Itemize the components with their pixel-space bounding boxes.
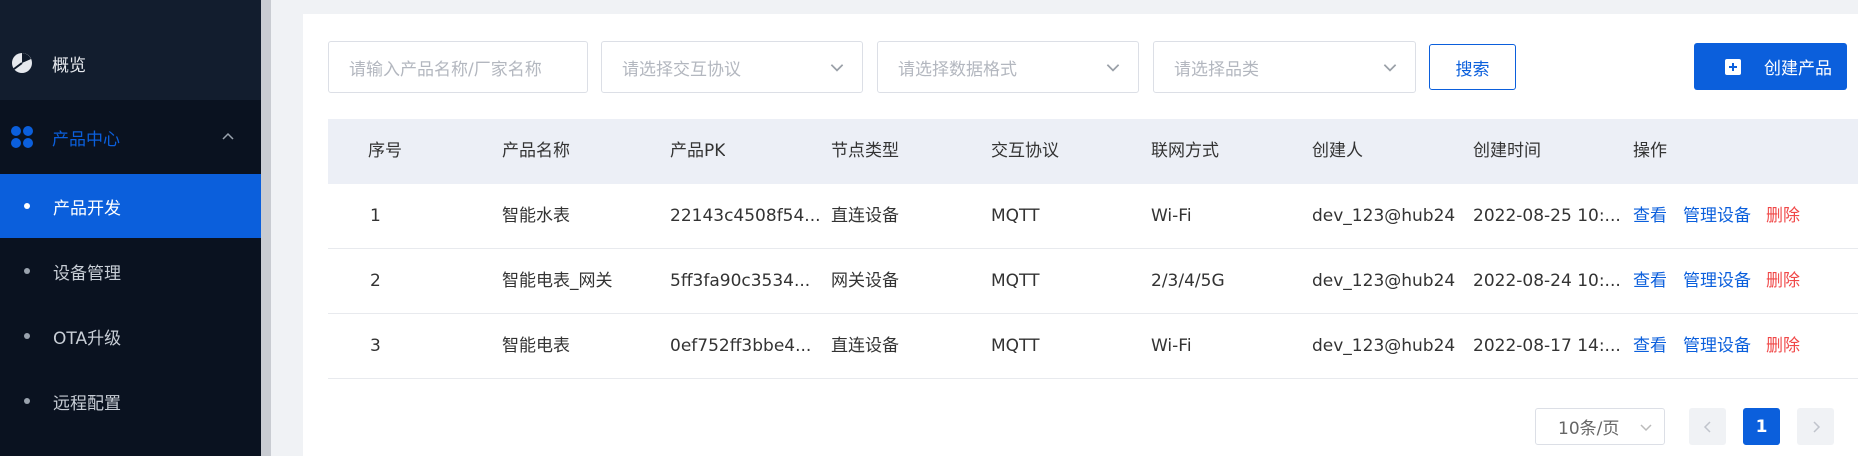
view-link[interactable]: 查看 — [1633, 249, 1667, 314]
chevron-down-icon — [1640, 424, 1652, 432]
col-header: 创建人 — [1312, 141, 1363, 161]
cell-index: 3 — [370, 336, 381, 356]
chevron-up-icon — [222, 132, 234, 140]
sidebar-item-device-manage[interactable]: 设备管理 — [0, 239, 261, 303]
grid-icon — [11, 126, 33, 148]
sidebar-scrollbar[interactable] — [261, 0, 271, 456]
next-page-button[interactable] — [1797, 408, 1834, 445]
cell-node-type: 直连设备 — [831, 336, 899, 356]
cell-node-type: 直连设备 — [831, 206, 899, 226]
table-header: 序号 产品名称 产品PK 节点类型 交互协议 联网方式 创建人 创建时间 操作 — [328, 119, 1858, 184]
col-header: 交互协议 — [991, 141, 1059, 161]
cell-name: 智能电表_网关 — [502, 271, 613, 291]
chevron-down-icon — [1383, 64, 1397, 72]
cell-pk: 0ef752ff3bbe4... — [670, 336, 812, 356]
page-size-select[interactable]: 10条/页 — [1535, 408, 1665, 445]
delete-link[interactable]: 删除 — [1766, 314, 1800, 379]
cell-pk: 5ff3fa90c3534... — [670, 271, 811, 291]
cell-creator: dev_123@hub24 — [1312, 336, 1456, 356]
protocol-select[interactable]: 请选择交互协议 — [601, 41, 863, 93]
chevron-down-icon — [830, 64, 844, 72]
bullet-icon — [24, 398, 30, 404]
create-product-button[interactable]: 创建产品 — [1694, 43, 1847, 90]
sidebar-item-label: OTA升级 — [53, 328, 122, 349]
col-header: 序号 — [368, 141, 402, 161]
chevron-left-icon — [1703, 420, 1711, 433]
col-header: 产品PK — [670, 141, 726, 161]
sidebar-item-label: 产品中心 — [52, 129, 120, 150]
sidebar-item-remote-config[interactable]: 远程配置 — [0, 369, 261, 433]
bullet-icon — [24, 333, 30, 339]
cell-name: 智能水表 — [502, 206, 570, 226]
cell-network: 2/3/4/5G — [1151, 271, 1225, 291]
sidebar-item-label: 产品开发 — [53, 198, 121, 219]
cell-index: 2 — [370, 271, 381, 291]
cell-node-type: 网关设备 — [831, 271, 899, 291]
cell-created-time: 2022-08-24 10:... — [1473, 271, 1621, 291]
manage-devices-link[interactable]: 管理设备 — [1683, 314, 1751, 379]
cell-protocol: MQTT — [991, 206, 1040, 226]
sidebar-item-label: 远程配置 — [53, 393, 121, 414]
page-button-current[interactable]: 1 — [1743, 408, 1780, 445]
prev-page-button[interactable] — [1689, 408, 1726, 445]
format-select-placeholder: 请选择数据格式 — [898, 59, 1017, 80]
search-input-placeholder: 请输入产品名称/厂家名称 — [349, 59, 542, 80]
category-select[interactable]: 请选择品类 — [1153, 41, 1416, 93]
category-select-placeholder: 请选择品类 — [1174, 59, 1259, 80]
manage-devices-link[interactable]: 管理设备 — [1683, 184, 1751, 249]
pie-chart-icon — [12, 53, 32, 73]
col-header: 创建时间 — [1473, 141, 1541, 161]
cell-pk: 22143c4508f54... — [670, 206, 821, 226]
protocol-select-placeholder: 请选择交互协议 — [622, 59, 741, 80]
col-header: 节点类型 — [831, 141, 899, 161]
table-row: 1 智能水表 22143c4508f54... 直连设备 MQTT Wi-Fi … — [328, 184, 1858, 249]
col-header: 产品名称 — [502, 141, 570, 161]
cell-network: Wi-Fi — [1151, 206, 1192, 226]
cell-index: 1 — [370, 206, 381, 226]
sidebar-item-product-center[interactable]: 产品中心 — [0, 112, 261, 162]
search-input[interactable]: 请输入产品名称/厂家名称 — [328, 41, 588, 93]
search-button-label: 搜索 — [1455, 59, 1490, 80]
bullet-icon — [24, 203, 30, 209]
sidebar-item-label: 设备管理 — [53, 263, 121, 284]
cell-protocol: MQTT — [991, 336, 1040, 356]
sidebar-item-product-dev[interactable]: 产品开发 — [0, 174, 261, 238]
sidebar-item-overview[interactable]: 概览 — [0, 38, 261, 88]
cell-creator: dev_123@hub24 — [1312, 271, 1456, 291]
format-select[interactable]: 请选择数据格式 — [877, 41, 1139, 93]
cell-creator: dev_123@hub24 — [1312, 206, 1456, 226]
view-link[interactable]: 查看 — [1633, 314, 1667, 379]
delete-link[interactable]: 删除 — [1766, 249, 1800, 314]
plus-square-icon — [1725, 58, 1741, 75]
cell-protocol: MQTT — [991, 271, 1040, 291]
page-size-value: 10条/页 — [1558, 419, 1620, 439]
chevron-down-icon — [1106, 64, 1120, 72]
content-gutter — [271, 0, 303, 456]
cell-created-time: 2022-08-25 10:... — [1473, 206, 1621, 226]
manage-devices-link[interactable]: 管理设备 — [1683, 249, 1751, 314]
col-header: 联网方式 — [1151, 141, 1219, 161]
table-row: 3 智能电表 0ef752ff3bbe4... 直连设备 MQTT Wi-Fi … — [328, 314, 1858, 379]
bullet-icon — [24, 268, 30, 274]
sidebar-item-ota[interactable]: OTA升级 — [0, 304, 261, 368]
cell-name: 智能电表 — [502, 336, 570, 356]
delete-link[interactable]: 删除 — [1766, 184, 1800, 249]
cell-network: Wi-Fi — [1151, 336, 1192, 356]
main-panel: 请输入产品名称/厂家名称 请选择交互协议 请选择数据格式 请选择品类 搜索 创建… — [303, 14, 1858, 456]
search-button[interactable]: 搜索 — [1429, 44, 1516, 90]
create-product-label: 创建产品 — [1764, 59, 1832, 79]
sidebar: 概览 产品中心 产品开发 设备管理 OTA升级 远程配置 — [0, 0, 261, 456]
col-header: 操作 — [1633, 141, 1667, 161]
sidebar-item-label: 概览 — [52, 55, 86, 76]
chevron-right-icon — [1812, 420, 1820, 433]
cell-created-time: 2022-08-17 14:... — [1473, 336, 1621, 356]
page-number: 1 — [1755, 416, 1768, 437]
table-row: 2 智能电表_网关 5ff3fa90c3534... 网关设备 MQTT 2/3… — [328, 249, 1858, 314]
view-link[interactable]: 查看 — [1633, 184, 1667, 249]
